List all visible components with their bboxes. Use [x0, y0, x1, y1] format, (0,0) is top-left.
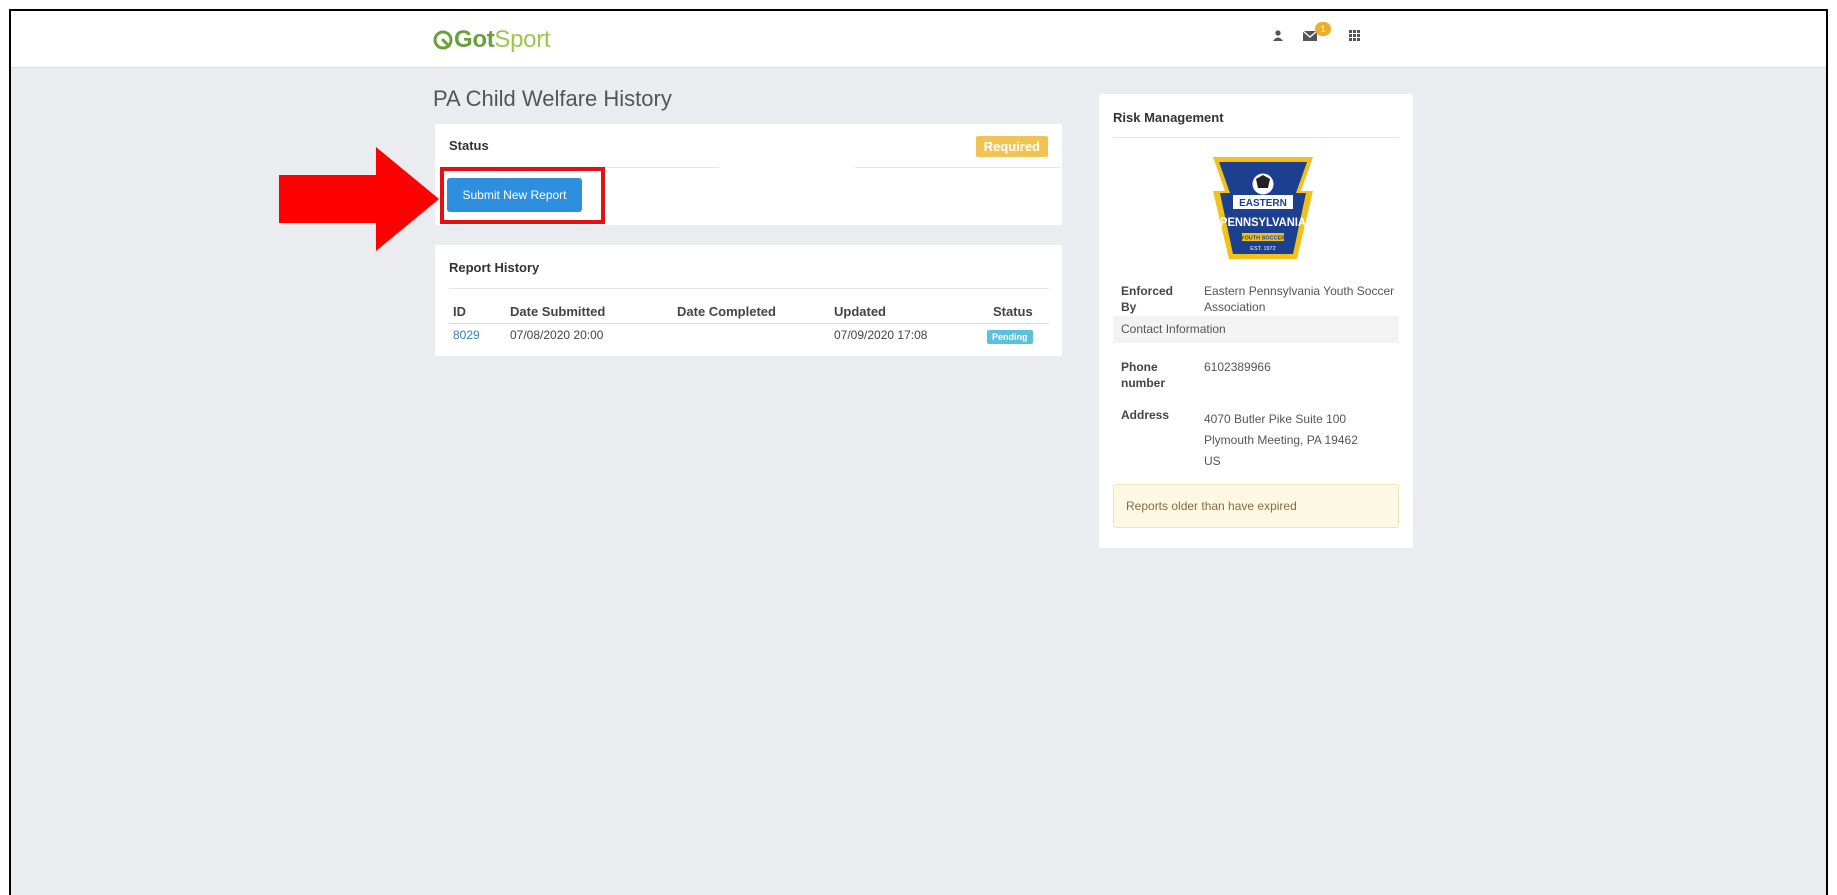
grid-icon[interactable]	[1349, 29, 1360, 44]
report-history-heading: Report History	[449, 260, 540, 275]
user-icon[interactable]	[1273, 29, 1283, 44]
enforced-by-label: Enforced By	[1121, 284, 1174, 314]
eastern-pennsylvania-crest-icon: EASTERN PENNSYLVANIA YOUTH SOCCER EST. 1…	[1213, 157, 1313, 259]
table-header-divider	[449, 323, 1049, 324]
divider	[1113, 137, 1399, 138]
browser-viewport: GotSport 1 PA Child Welfare History Stat…	[9, 9, 1828, 895]
svg-text:YOUTH SOCCER: YOUTH SOCCER	[1241, 236, 1285, 242]
svg-text:EASTERN: EASTERN	[1239, 198, 1287, 209]
top-navbar: GotSport 1	[11, 11, 1826, 68]
status-heading: Status	[449, 138, 489, 153]
annotation-arrow-icon	[279, 147, 439, 251]
risk-management-heading: Risk Management	[1113, 110, 1224, 125]
gotsport-logo[interactable]: GotSport	[432, 25, 551, 55]
page-title: PA Child Welfare History	[433, 86, 672, 111]
column-header-date-submitted: Date Submitted	[510, 304, 606, 319]
cell-updated: 07/09/2020 17:08	[834, 328, 928, 342]
phone-number-label: Phone number	[1121, 360, 1166, 390]
column-header-id: ID	[453, 304, 466, 319]
phone-number-value: 6102389966	[1204, 360, 1271, 374]
envelope-icon[interactable]: 1	[1302, 22, 1331, 44]
cell-date-submitted: 07/08/2020 20:00	[510, 328, 604, 342]
svg-text:EST. 1972: EST. 1972	[1250, 246, 1275, 252]
column-header-status: Status	[993, 304, 1033, 319]
gotsport-logo-icon	[433, 30, 453, 50]
submit-new-report-button[interactable]: Submit New Report	[447, 178, 582, 212]
column-header-updated: Updated	[834, 304, 886, 319]
status-panel: Status Required Submit New Report	[435, 124, 1062, 225]
report-history-panel: Report History ID Date Submitted Date Co…	[435, 245, 1062, 356]
required-badge: Required	[975, 136, 1048, 157]
report-id-link[interactable]: 8029	[453, 328, 480, 342]
svg-text:PENNSYLVANIA: PENNSYLVANIA	[1220, 215, 1306, 229]
nav-icons: 1	[1273, 22, 1360, 44]
address-label: Address	[1121, 408, 1170, 422]
mail-count-badge: 1	[1315, 22, 1331, 36]
risk-management-panel: Risk Management EASTERN PENNSYLVANIA YOU…	[1099, 94, 1413, 548]
enforced-by-value: Eastern Pennsylvania Youth Soccer Associ…	[1204, 284, 1395, 314]
address-value: 4070 Butler Pike Suite 100 Plymouth Meet…	[1204, 412, 1358, 468]
divider	[449, 288, 1049, 289]
contact-information-heading: Contact Information	[1113, 316, 1399, 343]
column-header-date-completed: Date Completed	[677, 304, 776, 319]
pending-status-badge: Pending	[987, 330, 1033, 344]
divider	[855, 167, 1060, 168]
logo-text-sport: Sport	[494, 26, 551, 53]
logo-text-got: Got	[454, 26, 495, 53]
expired-reports-notice: Reports older than have expired	[1113, 484, 1399, 528]
